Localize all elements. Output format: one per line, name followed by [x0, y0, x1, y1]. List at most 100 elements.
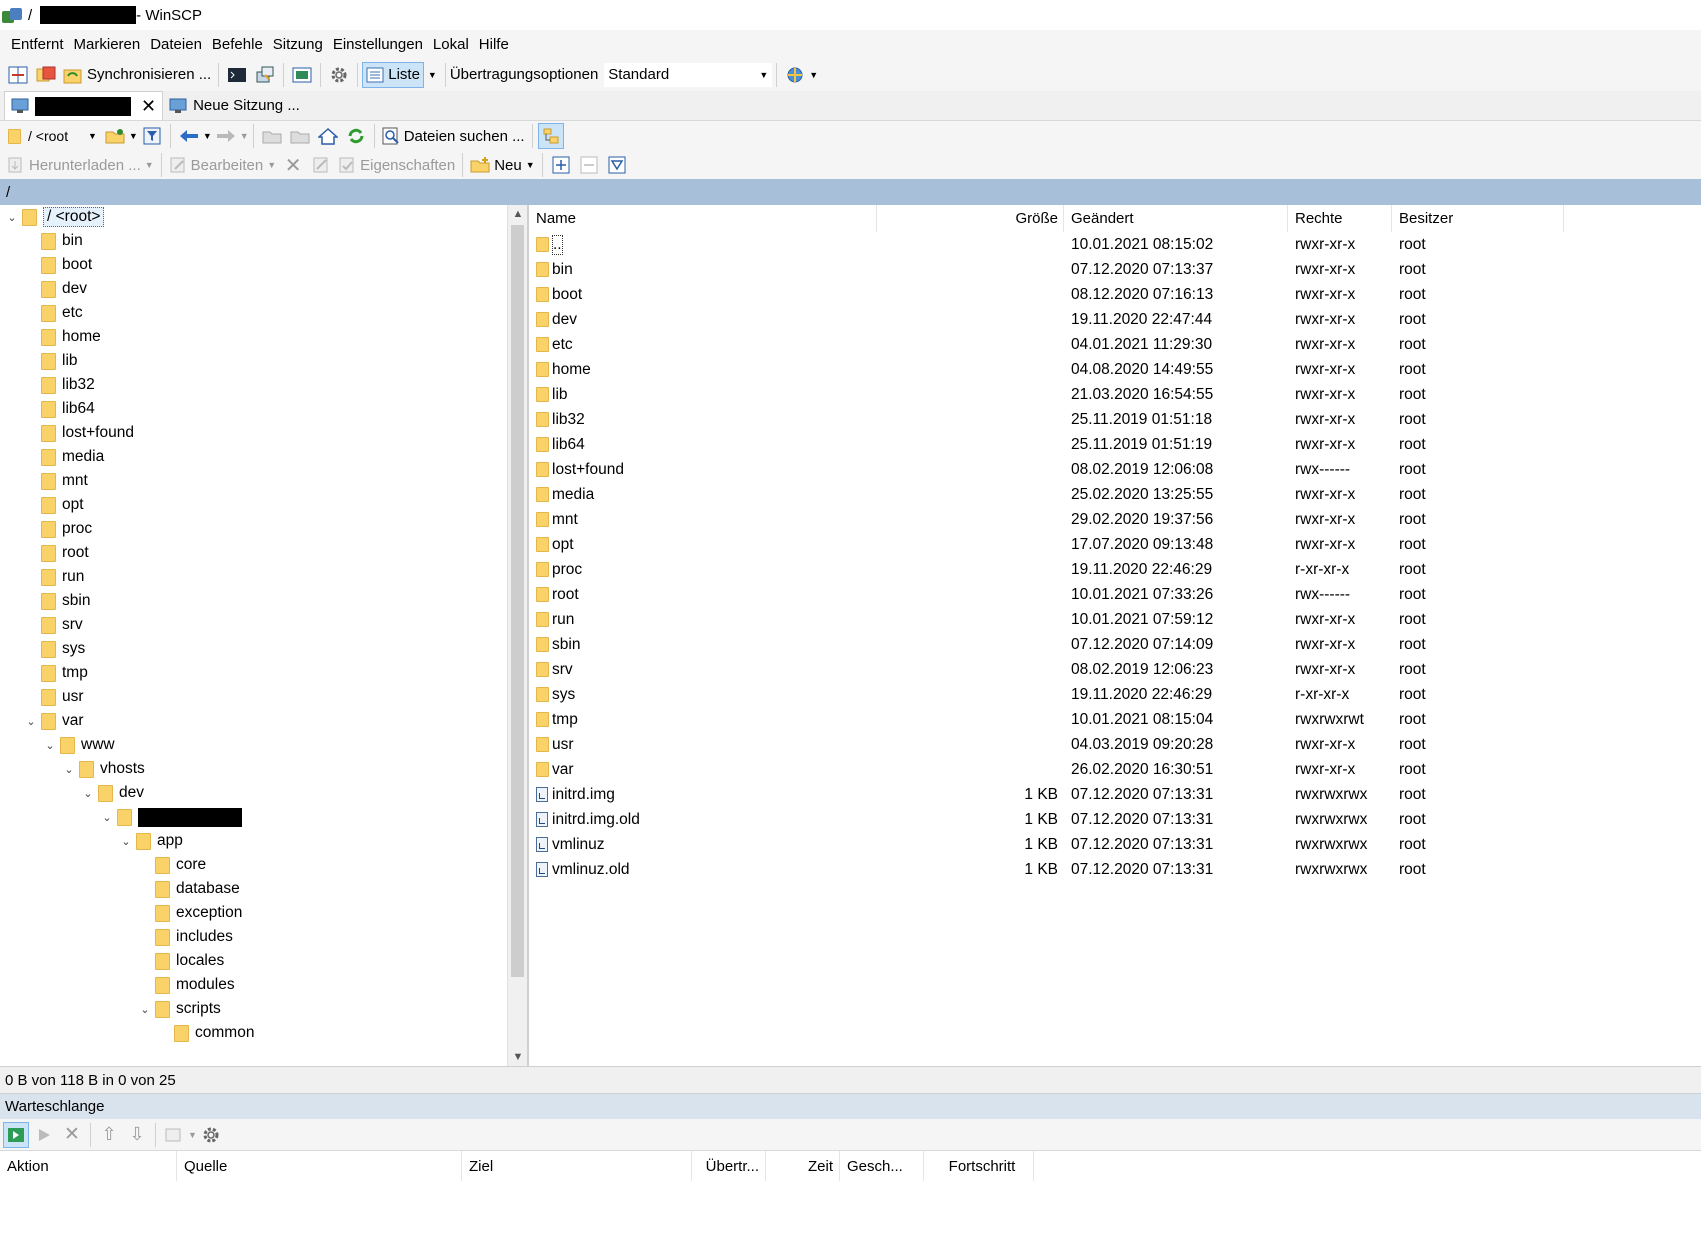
download-button[interactable]: Herunterladen ... ▼ — [4, 152, 157, 178]
tree-node-dev[interactable]: ⌄ dev — [82, 782, 144, 804]
tree-node-lib64[interactable]: lib64 — [25, 398, 95, 420]
edit-button[interactable]: Bearbeiten ▼ — [166, 152, 279, 178]
expand-toggle-icon[interactable]: ⌄ — [139, 1003, 151, 1016]
tree-node-exception[interactable]: exception — [139, 902, 242, 924]
tree-node-locales[interactable]: locales — [139, 950, 224, 972]
find-files-button[interactable]: Dateien suchen ... — [379, 123, 528, 149]
menu-lokal[interactable]: Lokal — [428, 36, 474, 53]
tree-node-core[interactable]: core — [139, 854, 206, 876]
queue-settings-icon[interactable] — [161, 1122, 187, 1148]
queue-go-icon[interactable] — [3, 1121, 29, 1148]
preferences-panel-icon[interactable] — [289, 62, 315, 88]
directory-tree[interactable]: ▲ ▼ ⌄ / <root> bin boot dev etc home lib lib32 li… — [0, 205, 528, 1066]
file-row[interactable]: initrd.img 1 KB 07.12.2020 07:13:31 rwxrwxr… — [529, 783, 1701, 806]
file-row[interactable]: bin 07.12.2020 07:13:37 rwxr-xr-x root — [529, 258, 1701, 281]
menu-markieren[interactable]: Markieren — [69, 36, 146, 53]
transfer-options-select[interactable]: Standard ▼ — [604, 62, 773, 87]
sessions-globe-icon[interactable] — [782, 62, 808, 88]
tree-node-srv[interactable]: srv — [25, 614, 83, 636]
tree-node-root[interactable]: ⌄ / <root> — [6, 206, 105, 228]
putty-icon[interactable] — [252, 62, 278, 88]
tree-node-app[interactable]: ⌄ app — [120, 830, 183, 852]
file-row[interactable]: tmp 10.01.2021 08:15:04 rwxrwxrwt root — [529, 708, 1701, 731]
chevron-down-icon[interactable]: ▼ — [129, 131, 138, 141]
tree-node-lost+found[interactable]: lost+found — [25, 422, 134, 444]
refresh-icon[interactable] — [343, 123, 369, 149]
tree-node-redacted[interactable]: ⌄ — [101, 806, 242, 828]
file-row[interactable]: var 26.02.2020 16:30:51 rwxr-xr-x root — [529, 758, 1701, 781]
properties-button[interactable]: Eigenschaften — [335, 152, 458, 178]
file-row[interactable]: lib64 25.11.2019 01:51:19 rwxr-xr-x root — [529, 433, 1701, 456]
tree-node-modules[interactable]: modules — [139, 974, 235, 996]
file-row[interactable]: usr 04.03.2019 09:20:28 rwxr-xr-x root — [529, 733, 1701, 756]
chevron-down-icon[interactable]: ▼ — [203, 131, 212, 141]
tree-node-tmp[interactable]: tmp — [25, 662, 88, 684]
queue-column-transferred[interactable]: Übertr... — [692, 1151, 766, 1181]
expand-toggle-icon[interactable]: ⌄ — [25, 715, 37, 728]
tree-node-common[interactable]: common — [158, 1022, 254, 1044]
column-name[interactable]: Name — [529, 205, 877, 232]
tree-node-root[interactable]: root — [25, 542, 89, 564]
file-row[interactable]: dev 19.11.2020 22:47:44 rwxr-xr-x root — [529, 308, 1701, 331]
queue-column-time[interactable]: Zeit — [766, 1151, 840, 1181]
file-row[interactable]: mnt 29.02.2020 19:37:56 rwxr-xr-x root — [529, 508, 1701, 531]
tree-node-run[interactable]: run — [25, 566, 84, 588]
file-row[interactable]: etc 04.01.2021 11:29:30 rwxr-xr-x root — [529, 333, 1701, 356]
file-row[interactable]: vmlinuz 1 KB 07.12.2020 07:13:31 rwxrwxrwx r… — [529, 833, 1701, 856]
chevron-down-icon[interactable]: ▼ — [809, 70, 818, 80]
tree-node-usr[interactable]: usr — [25, 686, 84, 708]
tree-node-www[interactable]: ⌄ www — [44, 734, 115, 756]
file-row[interactable]: opt 17.07.2020 09:13:48 rwxr-xr-x root — [529, 533, 1701, 556]
expand-toggle-icon[interactable]: ⌄ — [63, 763, 75, 776]
queue-column-progress[interactable]: Fortschritt — [924, 1151, 1034, 1181]
tree-node-media[interactable]: media — [25, 446, 104, 468]
expand-toggle-icon[interactable]: ⌄ — [82, 787, 94, 800]
scrollbar-thumb[interactable] — [511, 225, 524, 977]
gear-icon[interactable] — [326, 62, 352, 88]
file-row[interactable]: proc 19.11.2020 22:46:29 r-xr-xr-x root — [529, 558, 1701, 581]
column-rights[interactable]: Rechte — [1288, 205, 1392, 232]
expand-toggle-icon[interactable]: ⌄ — [6, 211, 18, 224]
view-list-button[interactable]: Liste — [362, 61, 424, 88]
tree-toggle-icon[interactable] — [537, 123, 564, 149]
move-up-icon[interactable]: ⇧ — [96, 1122, 122, 1148]
tree-node-opt[interactable]: opt — [25, 494, 84, 516]
queue-column-source[interactable]: Quelle — [177, 1151, 462, 1181]
filter-icon[interactable] — [139, 123, 165, 149]
menu-einstellungen[interactable]: Einstellungen — [328, 36, 428, 53]
expand-toggle-icon[interactable]: ⌄ — [101, 811, 113, 824]
scroll-up-icon[interactable]: ▲ — [508, 205, 527, 223]
file-row[interactable]: root 10.01.2021 07:33:26 rwx------ root — [529, 583, 1701, 606]
queue-column-speed[interactable]: Gesch... — [840, 1151, 924, 1181]
tree-node-mnt[interactable]: mnt — [25, 470, 88, 492]
tree-node-scripts[interactable]: ⌄ scripts — [139, 998, 221, 1020]
tree-scrollbar[interactable]: ▲ ▼ — [507, 205, 527, 1066]
tab-new-session[interactable]: Neue Sitzung ... — [163, 91, 306, 120]
home-icon[interactable] — [315, 123, 341, 149]
tree-node-sbin[interactable]: sbin — [25, 590, 90, 612]
tree-node-var[interactable]: ⌄ var — [25, 710, 84, 732]
tree-node-vhosts[interactable]: ⌄ vhosts — [63, 758, 145, 780]
tree-node-boot[interactable]: boot — [25, 254, 92, 276]
chevron-down-icon[interactable]: ▼ — [188, 1130, 197, 1140]
tree-node-proc[interactable]: proc — [25, 518, 92, 540]
select-plus-icon[interactable] — [548, 152, 574, 178]
cancel-icon[interactable]: ✕ — [59, 1122, 85, 1148]
menu-sitzung[interactable]: Sitzung — [268, 36, 328, 53]
forward-arrow-icon[interactable] — [213, 123, 239, 149]
root-directory-icon[interactable] — [287, 123, 313, 149]
scroll-down-icon[interactable]: ▼ — [508, 1048, 527, 1066]
file-row[interactable]: home 04.08.2020 14:49:55 rwxr-xr-x root — [529, 358, 1701, 381]
play-icon[interactable] — [31, 1122, 57, 1148]
file-row[interactable]: initrd.img.old 1 KB 07.12.2020 07:13:31 rwx… — [529, 808, 1701, 831]
terminal-icon[interactable] — [224, 62, 250, 88]
column-owner[interactable]: Besitzer — [1392, 205, 1564, 232]
back-arrow-icon[interactable] — [176, 123, 202, 149]
tree-node-bin[interactable]: bin — [25, 230, 83, 252]
parent-directory-icon[interactable] — [259, 123, 285, 149]
path-combo[interactable]: / <root — [4, 124, 84, 148]
queue-list[interactable]: Aktion Quelle Ziel Übertr... Zeit Gesch.… — [0, 1150, 1701, 1248]
chevron-down-icon[interactable]: ▼ — [240, 131, 249, 141]
menu-dateien[interactable]: Dateien — [145, 36, 207, 53]
file-row[interactable]: lost+found 08.02.2019 12:06:08 rwx------ ro… — [529, 458, 1701, 481]
